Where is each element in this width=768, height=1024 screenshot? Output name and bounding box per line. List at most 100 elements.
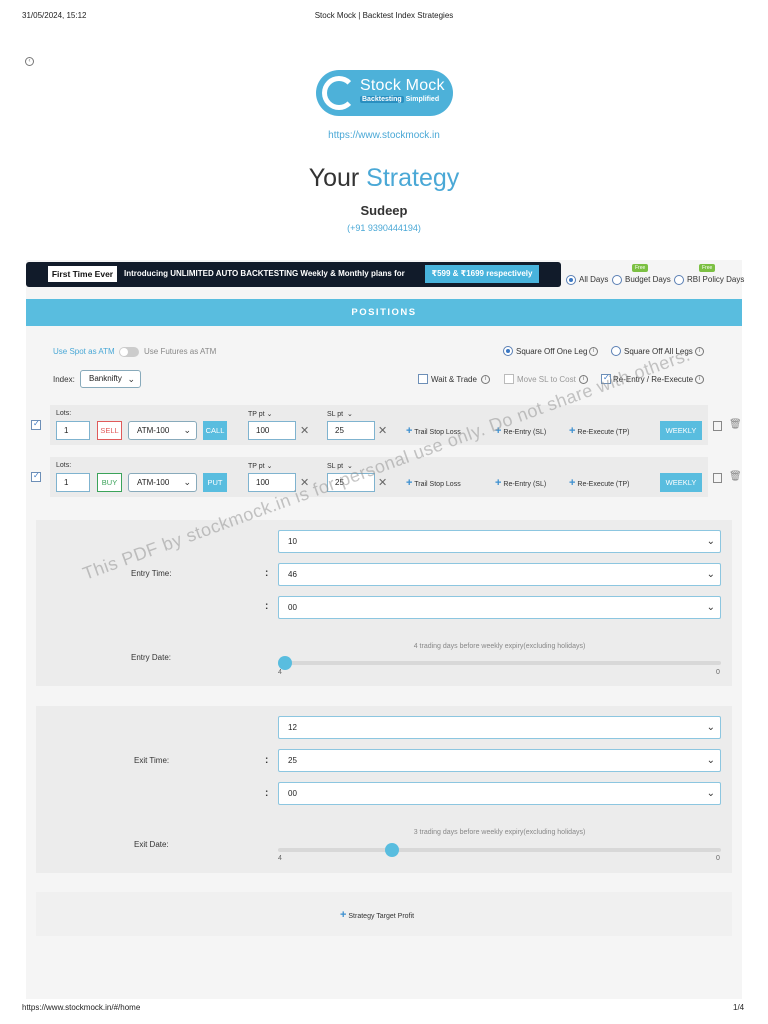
site-link[interactable]: https://www.stockmock.in (0, 130, 768, 141)
positions-header: POSITIONS (26, 299, 742, 326)
leg-2-reentry-sl[interactable]: + Re-Entry (SL) (495, 477, 546, 489)
leg-2-strike-select[interactable]: ATM-100 ⌄ (128, 473, 197, 492)
print-title: Stock Mock | Backtest Index Strategies (314, 11, 454, 20)
chevron-down-icon: ⌄ (183, 425, 191, 435)
budget-days-free-badge: Free (632, 264, 649, 272)
promo-first-badge: First Time Ever (48, 266, 117, 282)
trash-icon[interactable]: 🗑 (729, 419, 742, 430)
leg-2-option-type-button[interactable]: PUT (203, 473, 227, 492)
entry-second-value: 00 (288, 603, 297, 612)
time-separator: : (265, 788, 269, 799)
trash-icon[interactable]: 🗑 (729, 471, 742, 482)
info-icon[interactable]: i (695, 347, 704, 356)
index-label: Index: (53, 375, 75, 384)
clear-sl-icon[interactable]: ✕ (378, 424, 387, 437)
exit-slider-max: 0 (716, 855, 720, 862)
leg-2-lots-label: Lots: (56, 462, 72, 469)
copy-icon[interactable] (713, 473, 722, 483)
leg-1-lots-input[interactable]: 1 (56, 421, 90, 440)
leg-2-tp-label[interactable]: TP pt ⌄ (248, 462, 272, 470)
leg-1-strike-value: ATM-100 (137, 426, 170, 435)
leg-2-side-button[interactable]: BUY (97, 473, 122, 492)
entry-time-label: Entry Time: (131, 569, 172, 578)
leg-1-checkbox[interactable] (31, 419, 41, 430)
plus-icon: + (340, 909, 347, 921)
time-separator: : (265, 601, 269, 612)
entry-slider-max: 0 (716, 669, 720, 676)
leg-1-expiry-button[interactable]: WEEKLY (660, 421, 702, 440)
exit-slider-caption: 3 trading days before weekly expiry(excl… (413, 829, 586, 836)
leg-1-sl-label[interactable]: SL pt ⌄ (327, 410, 353, 418)
chevron-down-icon: ⌄ (266, 411, 273, 418)
leg-2-lots-input[interactable]: 1 (56, 473, 90, 492)
atm-source-toggle[interactable] (119, 347, 139, 357)
chevron-down-icon: ⌄ (346, 411, 353, 418)
plus-icon: + (495, 477, 502, 489)
rbi-days-radio[interactable] (674, 275, 684, 285)
move-sl-checkbox[interactable] (504, 374, 514, 384)
copy-icon[interactable] (713, 421, 722, 431)
all-days-label: All Days (579, 275, 609, 284)
plus-icon: + (406, 477, 413, 489)
budget-days-label: Budget Days (625, 275, 671, 284)
logo-subtitle: Backtesting Simplified (360, 96, 439, 103)
leg-2-expiry-button[interactable]: WEEKLY (660, 473, 702, 492)
leg-1-sl-label-text: SL pt (327, 411, 344, 418)
leg-2-tp-label-text: TP pt (248, 463, 265, 470)
all-days-radio[interactable] (566, 275, 576, 285)
leg-2-reexecute-tp-label: Re-Execute (TP) (577, 481, 630, 488)
exit-hour-select[interactable]: 12 ⌄ (278, 716, 721, 739)
exit-second-select[interactable]: 00 ⌄ (278, 782, 721, 805)
move-sl-label: Move SL to Cost (517, 375, 576, 384)
entry-date-slider[interactable] (278, 661, 721, 665)
back-icon[interactable]: ‹ (25, 57, 34, 66)
promo-text: Introducing UNLIMITED AUTO BACKTESTING W… (124, 269, 405, 278)
leg-2-reexecute-tp[interactable]: + Re-Execute (TP) (569, 477, 630, 489)
info-icon[interactable]: i (695, 375, 704, 384)
logo-subtitle-highlight: Backtesting (360, 96, 404, 103)
exit-date-slider[interactable] (278, 848, 721, 852)
clear-tp-icon[interactable]: ✕ (300, 424, 309, 437)
leg-1-tp-label[interactable]: TP pt ⌄ (248, 410, 272, 418)
leg-1-strike-select[interactable]: ATM-100 ⌄ (128, 421, 197, 440)
info-icon[interactable]: i (481, 375, 490, 384)
square-off-one-radio[interactable] (503, 346, 513, 356)
wait-trade-checkbox[interactable] (418, 374, 428, 384)
leg-2-trail-sl[interactable]: + Trail Stop Loss (406, 477, 461, 489)
leg-1-reexecute-tp[interactable]: + Re-Execute (TP) (569, 425, 630, 437)
budget-days-radio[interactable] (612, 275, 622, 285)
entry-hour-value: 10 (288, 537, 297, 546)
chevron-down-icon: ⌄ (706, 755, 715, 766)
square-off-all-radio[interactable] (611, 346, 621, 356)
info-icon[interactable]: i (589, 347, 598, 356)
leg-1-side-button[interactable]: SELL (97, 421, 122, 440)
entry-date-label: Entry Date: (131, 653, 172, 662)
index-select[interactable]: Banknifty ⌄ (80, 370, 141, 388)
leg-1-option-type-button[interactable]: CALL (203, 421, 227, 440)
leg-2-checkbox[interactable] (31, 471, 41, 482)
exit-date-label: Exit Date: (134, 840, 169, 849)
logo-subtitle-rest: Simplified (405, 96, 440, 103)
plus-icon: + (569, 477, 576, 489)
entry-hour-select[interactable]: 10 ⌄ (278, 530, 721, 553)
leg-2-strike-value: ATM-100 (137, 478, 170, 487)
leg-2-trail-sl-label: Trail Stop Loss (414, 481, 461, 488)
plus-icon: + (406, 425, 413, 437)
exit-minute-select[interactable]: 25 ⌄ (278, 749, 721, 772)
rbi-days-free-badge: Free (699, 264, 716, 272)
chevron-down-icon: ⌄ (266, 463, 273, 470)
chevron-down-icon: ⌄ (706, 788, 715, 799)
strategy-target-profit[interactable]: + Strategy Target Profit (340, 909, 414, 921)
leg-1-sl-input[interactable]: 25 (327, 421, 375, 440)
page-title: Your Strategy (0, 164, 768, 193)
entry-minute-select[interactable]: 46 ⌄ (278, 563, 721, 586)
chevron-down-icon: ⌄ (183, 477, 191, 487)
leg-1-lots-label: Lots: (56, 410, 72, 417)
leg-1-tp-input[interactable]: 100 (248, 421, 296, 440)
user-phone: (+91 9390444194) (347, 223, 421, 233)
entry-second-select[interactable]: 00 ⌄ (278, 596, 721, 619)
wait-trade-label: Wait & Trade (431, 375, 477, 384)
logo-title: Stock Mock (360, 77, 445, 94)
entry-date-slider-thumb[interactable] (278, 656, 292, 670)
exit-slider-min: 4 (278, 855, 282, 862)
